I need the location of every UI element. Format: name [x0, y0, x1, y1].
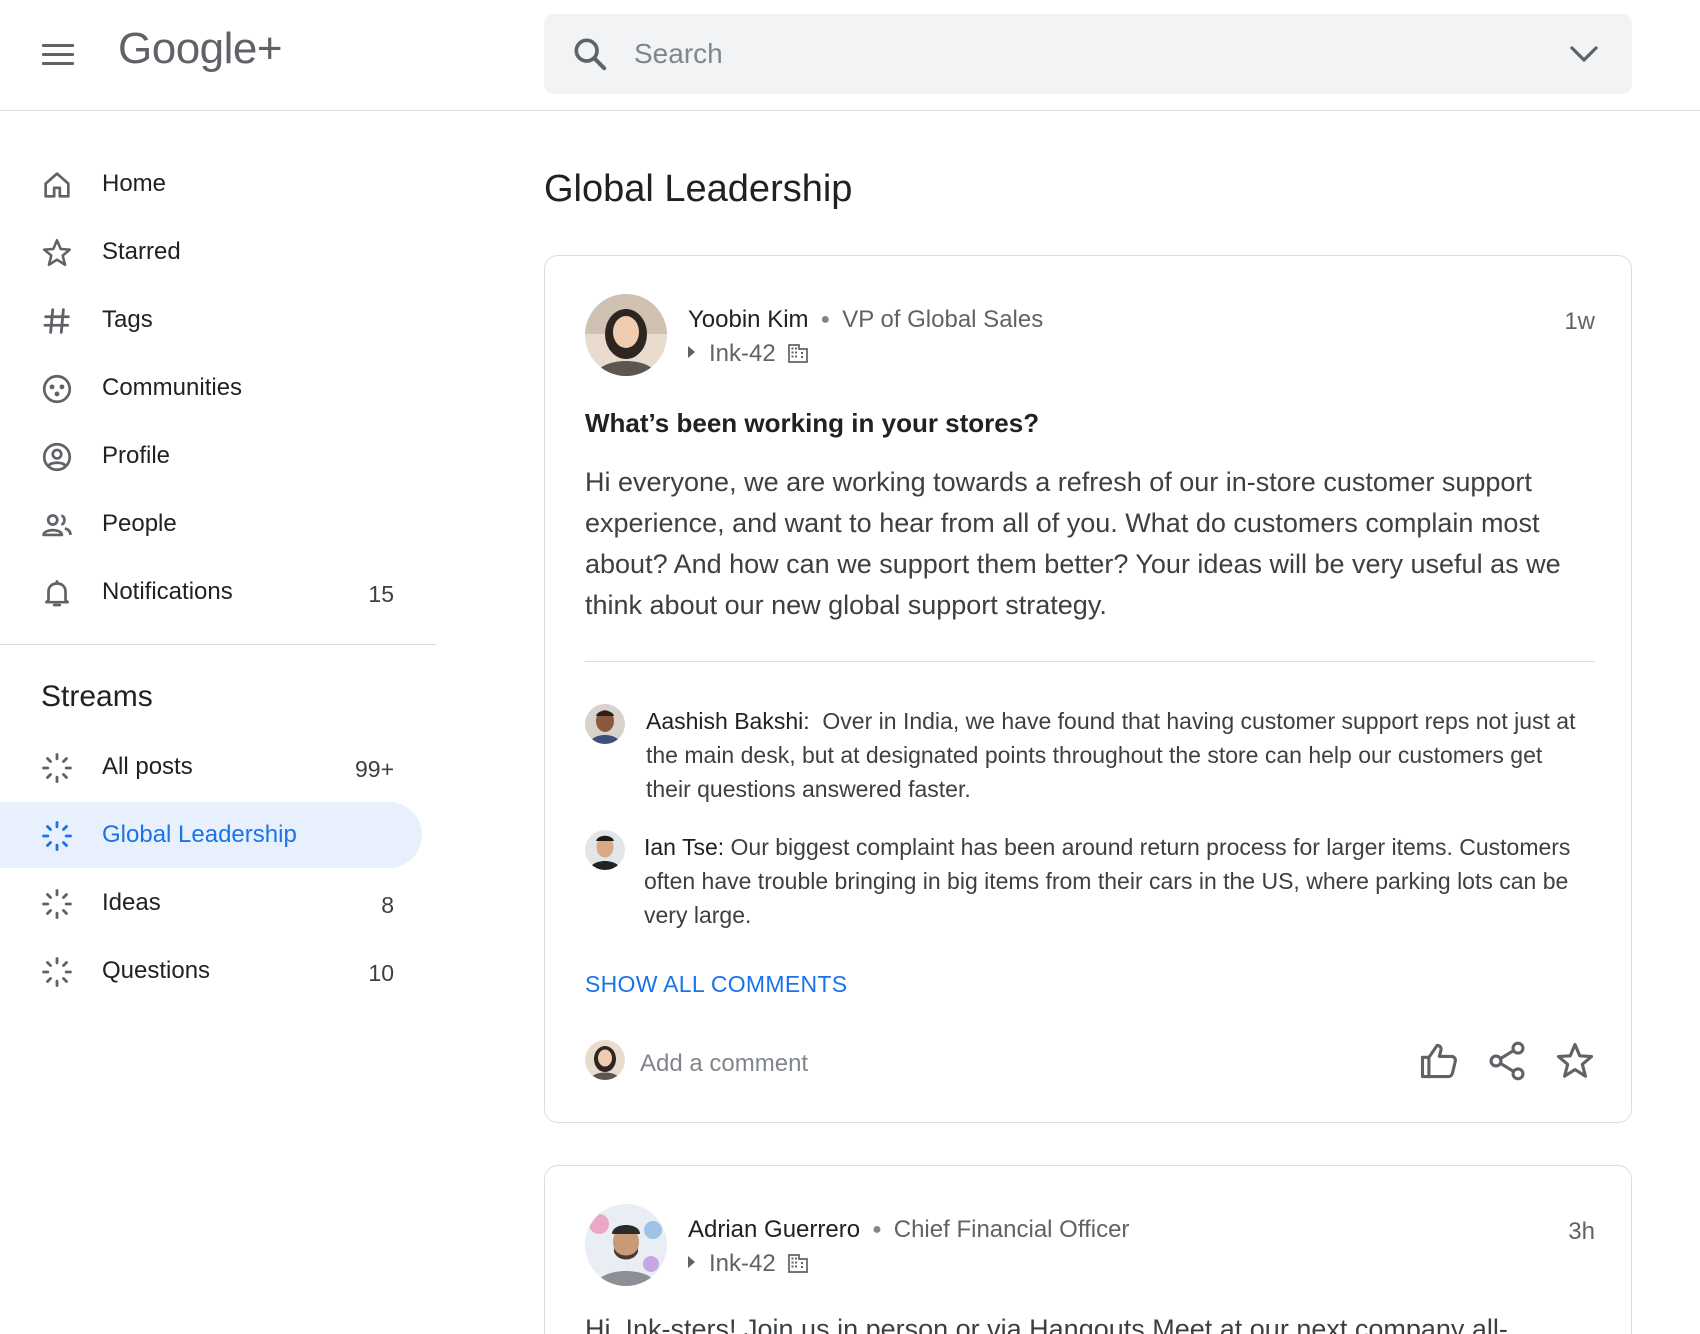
comment: Ian Tse: Our biggest complaint has been …: [585, 830, 1595, 940]
stream-count: 99+: [354, 756, 394, 782]
post-body: Hi, Ink-sters! Join us in person or via …: [585, 1314, 1508, 1334]
sidebar-item-label: Questions: [102, 957, 211, 984]
separator-dot: ●: [820, 311, 831, 328]
sidebar-item-label: Starred: [102, 238, 181, 265]
post-divider: [585, 661, 1595, 662]
sidebar-item-label: Communities: [102, 374, 243, 401]
sidebar-item-questions[interactable]: Questions 10: [0, 938, 422, 1004]
chevron-down-icon[interactable]: [1564, 36, 1604, 72]
search-input[interactable]: [634, 32, 1514, 76]
stream-count: 8: [381, 892, 394, 918]
caret-right-icon: [688, 346, 695, 358]
comment-text: Aashish Bakshi: Over in India, we have f…: [646, 704, 1586, 806]
sidebar-item-people[interactable]: People: [0, 491, 422, 557]
avatar[interactable]: [585, 1204, 667, 1286]
menu-icon[interactable]: [36, 36, 80, 72]
caret-right-icon: [688, 1256, 695, 1268]
comment-author[interactable]: Ian Tse:: [644, 834, 724, 860]
sidebar-item-label: Home: [102, 170, 167, 197]
sidebar-divider: [0, 644, 436, 645]
sidebar-item-starred[interactable]: Starred: [0, 219, 422, 285]
author-role: VP of Global Sales: [842, 306, 1044, 333]
post-title: What’s been working in your stores?: [585, 408, 1040, 438]
community-name: Ink-42: [709, 1250, 776, 1277]
add-comment-input[interactable]: [640, 1044, 1340, 1084]
sidebar-item-home[interactable]: Home: [0, 151, 422, 217]
sidebar-item-communities[interactable]: Communities: [0, 355, 422, 421]
top-app-bar: Google+: [0, 0, 1700, 111]
streams-heading: Streams: [41, 680, 153, 713]
comment-author[interactable]: Aashish Bakshi:: [646, 708, 810, 734]
building-icon: [787, 1254, 808, 1273]
thumbs-up-icon[interactable]: [1417, 1039, 1461, 1083]
avatar[interactable]: [585, 294, 667, 376]
sidebar-item-label: Ideas: [102, 889, 161, 916]
avatar[interactable]: [585, 830, 625, 870]
author-name[interactable]: Yoobin Kim: [688, 306, 809, 333]
post-author-line: Yoobin Kim ● VP of Global Sales: [688, 306, 1043, 334]
sidebar-item-tags[interactable]: Tags: [0, 287, 422, 353]
star-icon[interactable]: [1553, 1039, 1597, 1083]
show-all-comments-button[interactable]: SHOW ALL COMMENTS: [585, 971, 847, 998]
post-author-line: Adrian Guerrero ● Chief Financial Officer: [688, 1216, 1129, 1244]
post-body: Hi everyone, we are working towards a re…: [585, 467, 1561, 620]
sidebar-item-label: All posts: [102, 753, 193, 780]
star-icon: [42, 238, 72, 267]
sidebar: Home Starred Tags Communities Profile Pe…: [0, 112, 436, 1334]
stream-icon: [42, 889, 72, 919]
post-timestamp: 3h: [1568, 1218, 1595, 1245]
comment: Aashish Bakshi: Over in India, we have f…: [585, 704, 1595, 814]
search-bar[interactable]: [544, 14, 1632, 94]
building-icon: [787, 344, 808, 363]
sidebar-item-all-posts[interactable]: All posts 99+: [0, 734, 422, 800]
separator-dot: ●: [872, 1221, 882, 1238]
post-community-line[interactable]: Ink-42: [688, 1250, 810, 1278]
page-title: Global Leadership: [544, 168, 853, 210]
sidebar-item-label: People: [102, 510, 177, 537]
author-role: Chief Financial Officer: [893, 1216, 1130, 1243]
stream-icon: [42, 753, 72, 783]
comment-body: Our biggest complaint has been around re…: [644, 834, 1571, 928]
search-icon[interactable]: [570, 34, 610, 74]
sidebar-item-notifications[interactable]: Notifications 15: [0, 559, 422, 625]
bell-icon: [45, 580, 69, 607]
author-name[interactable]: Adrian Guerrero: [688, 1216, 860, 1243]
sidebar-item-ideas[interactable]: Ideas 8: [0, 870, 422, 936]
app-logo[interactable]: Google+: [118, 24, 283, 74]
notification-count: 15: [368, 581, 394, 607]
community-name: Ink-42: [709, 340, 776, 367]
post-card: Adrian Guerrero ● Chief Financial Officer …: [544, 1165, 1632, 1334]
profile-icon: [42, 442, 72, 472]
sidebar-item-label: Global Leadership: [102, 821, 297, 848]
people-icon: [42, 514, 72, 537]
sidebar-item-label: Notifications: [102, 578, 233, 605]
stream-icon: [42, 957, 72, 987]
post-timestamp: 1w: [1564, 308, 1595, 335]
home-icon: [44, 172, 70, 198]
post-card: Yoobin Kim ● VP of Global Sales Ink-42 1w …: [544, 255, 1632, 1123]
sidebar-item-label: Profile: [102, 442, 171, 469]
share-icon[interactable]: [1485, 1039, 1529, 1083]
comment-text: Ian Tse: Our biggest complaint has been …: [644, 830, 1584, 932]
avatar: [585, 1040, 625, 1080]
avatar[interactable]: [585, 704, 625, 744]
sidebar-item-global-leadership[interactable]: Global Leadership: [0, 802, 422, 868]
sidebar-item-profile[interactable]: Profile: [0, 423, 422, 489]
stream-icon: [42, 821, 72, 851]
post-community-line[interactable]: Ink-42: [688, 340, 810, 368]
sidebar-item-label: Tags: [102, 306, 153, 333]
stream-count: 10: [368, 960, 394, 986]
hashtag-icon: [43, 308, 70, 334]
communities-icon: [42, 374, 72, 404]
